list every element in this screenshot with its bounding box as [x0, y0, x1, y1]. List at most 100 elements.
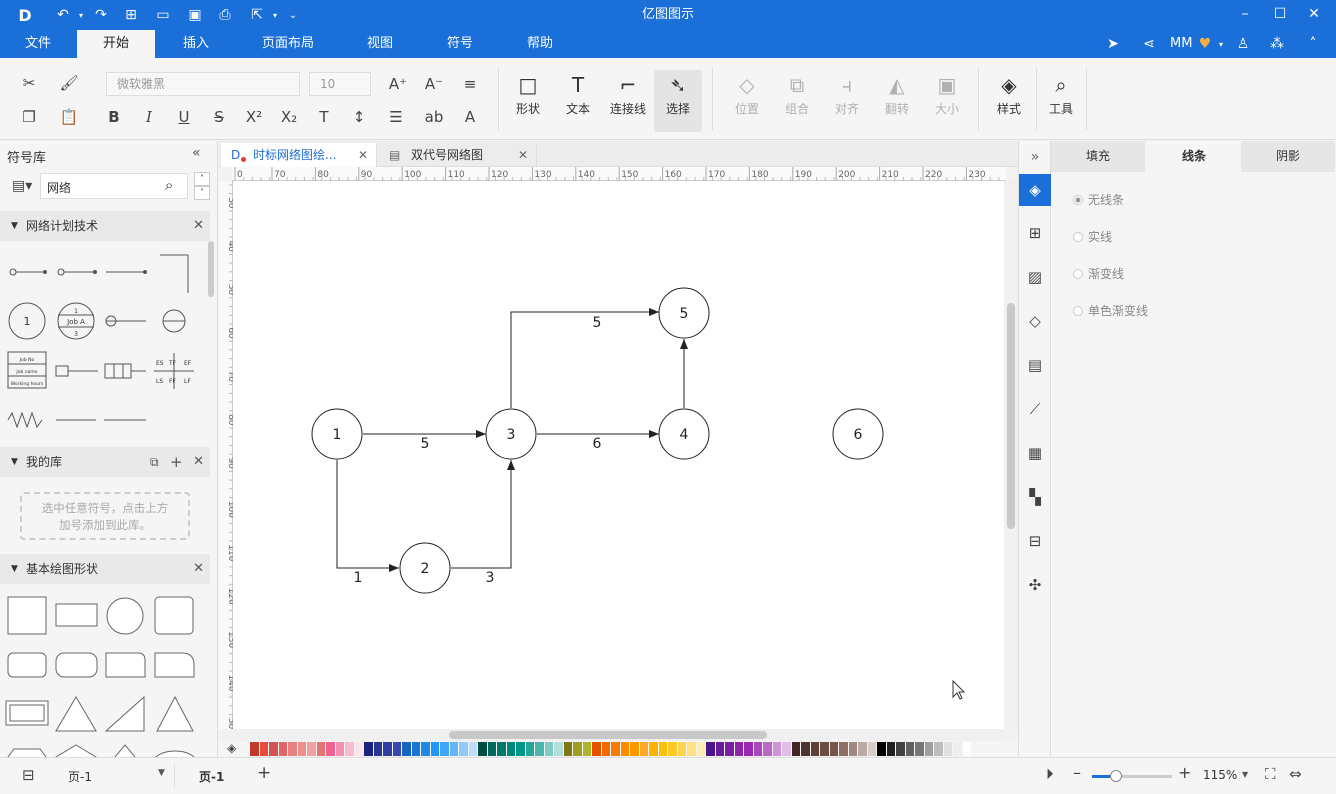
- color-swatch[interactable]: [886, 742, 895, 756]
- fit-page-icon[interactable]: ⛶: [1265, 765, 1276, 783]
- vertical-scroll-thumb[interactable]: [1007, 303, 1015, 529]
- strikethrough-icon[interactable]: S: [205, 104, 233, 130]
- color-swatch[interactable]: [924, 742, 933, 756]
- color-swatch[interactable]: [905, 742, 914, 756]
- color-swatch[interactable]: [611, 742, 620, 756]
- color-swatch[interactable]: [440, 742, 449, 756]
- option-mono-gradient-line[interactable]: 单色渐变线: [1073, 302, 1148, 319]
- option-gradient-line[interactable]: 渐变线: [1073, 265, 1124, 282]
- zoom-slider-thumb[interactable]: [1110, 770, 1122, 782]
- menu-file[interactable]: 文件: [12, 30, 64, 58]
- color-swatch[interactable]: [316, 742, 325, 756]
- size-button[interactable]: ▣ 大小: [923, 70, 971, 132]
- color-swatch[interactable]: [763, 742, 772, 756]
- color-swatch[interactable]: [658, 742, 667, 756]
- connector-button[interactable]: ⌐ 连接线: [604, 70, 652, 132]
- font-size-select[interactable]: 10: [309, 72, 371, 96]
- color-swatch[interactable]: [487, 742, 496, 756]
- collapse-ribbon-icon[interactable]: ˄: [1304, 35, 1322, 53]
- color-swatch[interactable]: [734, 742, 743, 756]
- font-family-select[interactable]: 微软雅黑: [106, 72, 300, 96]
- color-swatch[interactable]: [402, 742, 411, 756]
- close-tab-icon[interactable]: ✕: [518, 143, 528, 167]
- color-swatch[interactable]: [848, 742, 857, 756]
- undo-dropdown-icon[interactable]: ▾: [72, 6, 90, 24]
- bold-icon[interactable]: B: [100, 104, 128, 130]
- color-swatch[interactable]: [934, 742, 943, 756]
- zoom-level[interactable]: 115%: [1203, 768, 1237, 782]
- drawing-canvas[interactable]: 1 2 3 4 5 6 5 1 3 6 5: [233, 181, 1004, 729]
- bullet-list-icon[interactable]: ☰: [382, 104, 410, 130]
- color-swatch[interactable]: [383, 742, 392, 756]
- collapse-panel-icon[interactable]: «: [192, 145, 201, 161]
- shape-button[interactable]: □ 形状: [504, 70, 552, 132]
- page-panel-icon[interactable]: ⊟: [22, 766, 35, 784]
- color-swatch[interactable]: [858, 742, 867, 756]
- line-spacing-icon[interactable]: ↕: [345, 104, 373, 130]
- flip-button[interactable]: ◭ 翻转: [873, 70, 921, 132]
- play-icon[interactable]: ⏵: [1046, 765, 1054, 783]
- color-swatch[interactable]: [677, 742, 686, 756]
- color-swatch[interactable]: [364, 742, 373, 756]
- font-color-icon[interactable]: A: [456, 104, 484, 130]
- zoom-slider[interactable]: [1092, 770, 1172, 782]
- color-swatch[interactable]: [772, 742, 781, 756]
- color-swatch[interactable]: [962, 742, 971, 756]
- menu-page-layout[interactable]: 页面布局: [248, 30, 328, 58]
- customize-toolbar-icon[interactable]: ⌄: [284, 6, 302, 24]
- network-diagram[interactable]: 1 2 3 4 5 6 5 1 3 6 5: [233, 181, 1004, 729]
- skin-icon[interactable]: ♙: [1234, 35, 1252, 53]
- close-section-icon[interactable]: ✕: [193, 211, 204, 241]
- network-icon[interactable]: ✣: [1019, 569, 1051, 601]
- add-page-icon[interactable]: +: [257, 763, 271, 783]
- color-swatch[interactable]: [307, 742, 316, 756]
- color-swatch[interactable]: [478, 742, 487, 756]
- layout-icon[interactable]: ▚: [1019, 481, 1051, 513]
- color-swatch[interactable]: [288, 742, 297, 756]
- color-swatch[interactable]: [668, 742, 677, 756]
- section-my-library[interactable]: ▼ 我的库 ⧉ + ✕: [0, 447, 210, 477]
- theme-icon[interactable]: ⊞: [1019, 217, 1051, 249]
- color-swatch[interactable]: [744, 742, 753, 756]
- vertical-scrollbar[interactable]: [1004, 181, 1018, 729]
- color-swatch[interactable]: [449, 742, 458, 756]
- tab-timescale-network[interactable]: Ⅾ 时标网络图绘... ✕: [221, 143, 377, 167]
- open-folder-icon[interactable]: ▭: [154, 6, 172, 24]
- table-icon[interactable]: ▦: [1019, 437, 1051, 469]
- tab-fill[interactable]: 填充: [1051, 141, 1145, 172]
- color-swatch[interactable]: [715, 742, 724, 756]
- redo-icon[interactable]: ↷: [92, 6, 110, 24]
- maximize-button[interactable]: ☐: [1268, 4, 1292, 24]
- color-swatch[interactable]: [345, 742, 354, 756]
- color-swatches[interactable]: [250, 742, 972, 756]
- close-section-icon[interactable]: ✕: [193, 447, 204, 477]
- copy-icon[interactable]: ❐: [15, 104, 43, 130]
- color-swatch[interactable]: [943, 742, 952, 756]
- color-swatch[interactable]: [725, 742, 734, 756]
- color-swatch[interactable]: [259, 742, 268, 756]
- edge-1-2[interactable]: [336, 460, 399, 572]
- zoom-out-icon[interactable]: –: [1073, 763, 1081, 782]
- color-swatch[interactable]: [392, 742, 401, 756]
- minimize-button[interactable]: –: [1233, 4, 1257, 24]
- color-swatch[interactable]: [801, 742, 810, 756]
- color-swatch[interactable]: [554, 742, 563, 756]
- font-grow-icon[interactable]: A⁺: [384, 71, 412, 97]
- import-icon[interactable]: ⧉: [150, 447, 159, 477]
- menu-insert[interactable]: 插入: [168, 30, 224, 58]
- color-swatch[interactable]: [601, 742, 610, 756]
- color-swatch[interactable]: [411, 742, 420, 756]
- select-button[interactable]: ➴ 选择: [654, 70, 702, 132]
- export-dropdown-icon[interactable]: ▾: [266, 6, 284, 24]
- color-swatch[interactable]: [649, 742, 658, 756]
- color-swatch[interactable]: [535, 742, 544, 756]
- tab-double-code-network[interactable]: ▤ 双代号网络图 ✕: [379, 143, 537, 167]
- text-style-icon[interactable]: T: [310, 104, 338, 130]
- color-swatch[interactable]: [421, 742, 430, 756]
- color-swatch[interactable]: [582, 742, 591, 756]
- color-swatch[interactable]: [839, 742, 848, 756]
- new-file-icon[interactable]: ⊞: [122, 6, 140, 24]
- library-search-box[interactable]: 网络 ⌕: [40, 173, 188, 199]
- color-swatch[interactable]: [896, 742, 905, 756]
- color-swatch[interactable]: [820, 742, 829, 756]
